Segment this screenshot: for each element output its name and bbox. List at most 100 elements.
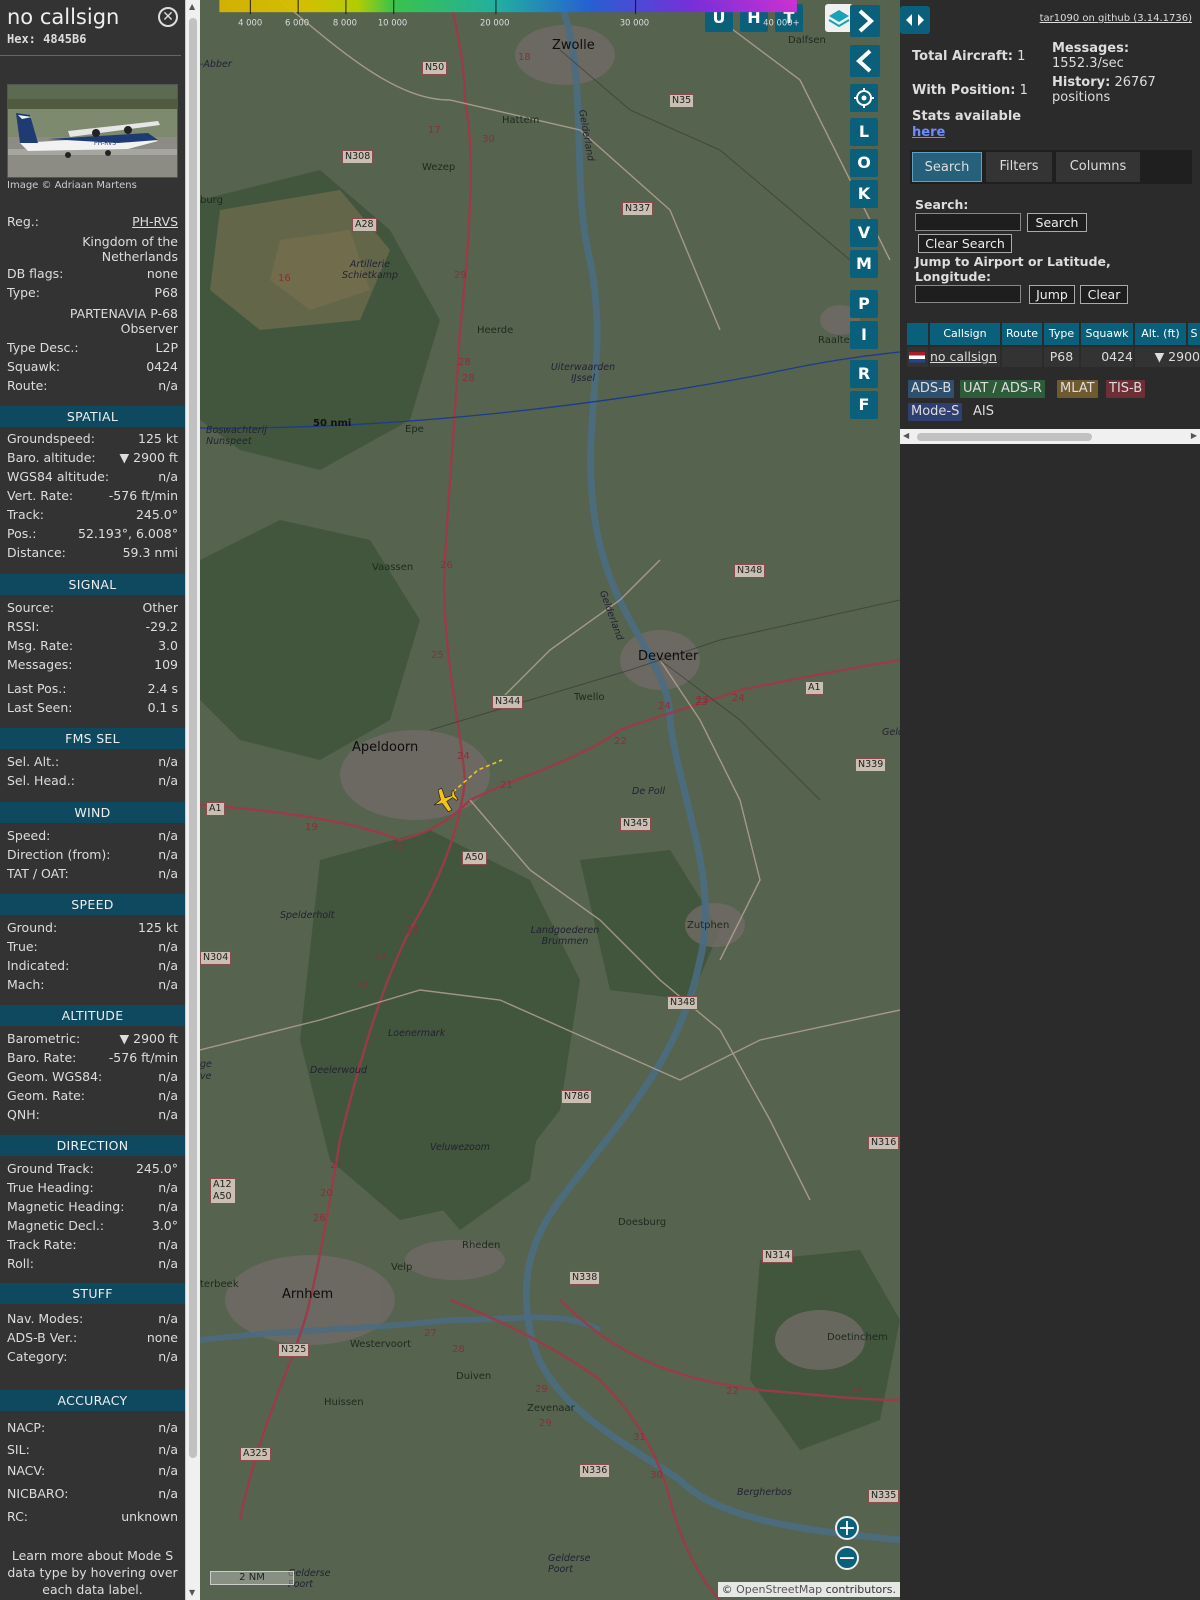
table-horizontal-scrollbar[interactable]: ◀ ▶: [900, 429, 1200, 444]
field-value: 3.0°: [151, 1218, 178, 1233]
tab-columns[interactable]: Columns: [1056, 152, 1140, 182]
road-number: 22: [356, 980, 369, 991]
road-number: 30: [482, 134, 495, 145]
scroll-down-icon[interactable]: ▼: [189, 1588, 195, 1597]
button-o[interactable]: O: [850, 149, 878, 177]
map-label: Duiven: [456, 1371, 492, 1382]
button-k[interactable]: K: [850, 180, 878, 208]
button-v[interactable]: V: [850, 219, 878, 247]
map-label: ve: [200, 1071, 212, 1082]
map-view[interactable]: Zwolle Dalfsen Hattem Wezep Heerde Raalt…: [200, 0, 900, 1600]
type-row: Type: P68: [7, 285, 178, 300]
road-number: 18: [518, 52, 531, 63]
aircraft-photo[interactable]: PH-RVS: [7, 84, 178, 178]
chevron-right-icon[interactable]: [850, 5, 880, 37]
chevron-left-icon[interactable]: [850, 45, 880, 77]
table-header[interactable]: Callsign: [930, 323, 1000, 345]
signal-row: RSSI: -29.2: [7, 619, 178, 634]
field-value: n/a: [158, 469, 178, 484]
road-shield: N308: [342, 150, 374, 164]
zoom-out-icon[interactable]: −: [835, 1546, 859, 1570]
spatial-row: Baro. altitude: ▼ 2900 ft: [7, 450, 178, 465]
button-i[interactable]: I: [850, 321, 878, 349]
clear-button[interactable]: Clear: [1080, 285, 1128, 304]
field-value: Other: [142, 600, 179, 615]
road-number: 22: [614, 736, 627, 747]
field-label: Barometric:: [7, 1031, 81, 1046]
openstreetmap-link[interactable]: OpenStreetMap: [736, 1583, 822, 1596]
accuracy-row: NACP: n/a: [7, 1420, 178, 1435]
field-label: Vert. Rate:: [7, 488, 74, 503]
stat-label: History:: [1052, 75, 1111, 90]
search-button[interactable]: Search: [1027, 213, 1087, 232]
stat-value: 1: [1017, 49, 1026, 64]
clear-search-button[interactable]: Clear Search: [918, 234, 1012, 253]
direction-row: Magnetic Heading: n/a: [7, 1199, 178, 1214]
type-full-name: PARTENAVIA P-68 Observer: [69, 306, 178, 336]
road-number: 23: [696, 695, 709, 706]
direction-row: Track Rate: n/a: [7, 1237, 178, 1252]
field-value: P68: [154, 285, 178, 300]
expand-collapse-icon[interactable]: [900, 6, 930, 34]
road-shield: N316: [868, 1136, 900, 1150]
road-number: 21: [330, 1160, 343, 1171]
table-header[interactable]: Alt. (ft): [1135, 323, 1186, 345]
road-shield: N338: [569, 1271, 601, 1285]
field-label: Ground:: [7, 920, 58, 935]
info-header: no callsign Hex: 4845B6 ✕: [0, 0, 181, 56]
settings-gear-icon[interactable]: [850, 84, 878, 112]
scroll-right-icon[interactable]: ▶: [1191, 431, 1197, 440]
row-callsign[interactable]: no callsign: [930, 347, 1000, 367]
close-icon[interactable]: ✕: [158, 7, 178, 27]
table-header[interactable]: Route: [1002, 323, 1042, 345]
range-ring-label: 50 nmi: [313, 418, 352, 429]
map-label: Uiterwaarden IJssel: [550, 362, 616, 384]
road-number: 28: [458, 357, 471, 368]
road-shield: A12 A50: [210, 1178, 236, 1204]
scroll-up-icon[interactable]: ▲: [189, 2, 195, 11]
field-label: NACP:: [7, 1420, 46, 1435]
button-l[interactable]: L: [850, 118, 878, 146]
spatial-row: Distance: 59.3 nmi: [7, 545, 178, 560]
road-number: 30: [650, 1470, 663, 1481]
button-r[interactable]: R: [850, 360, 878, 388]
button-m[interactable]: M: [850, 250, 878, 278]
scroll-left-icon[interactable]: ◀: [903, 431, 909, 440]
scrollbar-thumb[interactable]: [917, 433, 1092, 441]
reg-link[interactable]: PH-RVS: [132, 214, 178, 229]
map-label: Bergherbos: [737, 1487, 792, 1498]
tab-search[interactable]: Search: [912, 152, 982, 182]
tab-filters[interactable]: Filters: [986, 152, 1052, 182]
section-spatial: SPATIAL: [0, 406, 185, 427]
field-label: Ground Track:: [7, 1161, 94, 1176]
table-header[interactable]: S: [1188, 323, 1200, 345]
legend-uat: UAT / ADS-R: [960, 380, 1045, 398]
map-label: Zutphen: [687, 920, 730, 931]
road-shield: N325: [278, 1343, 310, 1357]
wind-row: Direction (from): n/a: [7, 847, 178, 862]
section-fms: FMS SEL: [0, 728, 185, 749]
section-altitude: ALTITUDE: [0, 1005, 185, 1026]
button-f[interactable]: F: [850, 391, 878, 419]
layers-icon[interactable]: [825, 4, 853, 32]
info-panel-scrollbar[interactable]: ▲ ▼: [185, 0, 200, 1600]
road-number: 20: [320, 1188, 333, 1199]
field-value: n/a: [158, 1237, 178, 1252]
table-header[interactable]: Squawk: [1081, 323, 1133, 345]
jump-input[interactable]: [915, 285, 1021, 303]
table-header[interactable]: Type: [1044, 323, 1079, 345]
scrollbar-thumb[interactable]: [189, 18, 197, 1458]
github-link[interactable]: tar1090 on github (3.14.1736): [1040, 13, 1192, 24]
altitude-tick: 6 000: [285, 17, 309, 27]
stats-here-link[interactable]: here: [912, 125, 945, 140]
zoom-in-icon[interactable]: +: [835, 1516, 859, 1540]
road-shield: N786: [561, 1090, 593, 1104]
jump-button[interactable]: Jump: [1029, 285, 1075, 304]
button-p[interactable]: P: [850, 290, 878, 318]
speed-row: Mach: n/a: [7, 977, 178, 992]
field-value: -576 ft/min: [108, 1050, 178, 1065]
map-label: terbeek: [200, 1279, 239, 1290]
with-position: With Position: 1: [912, 83, 1028, 98]
map-label: Raalte: [818, 335, 850, 346]
search-input[interactable]: [915, 213, 1021, 231]
